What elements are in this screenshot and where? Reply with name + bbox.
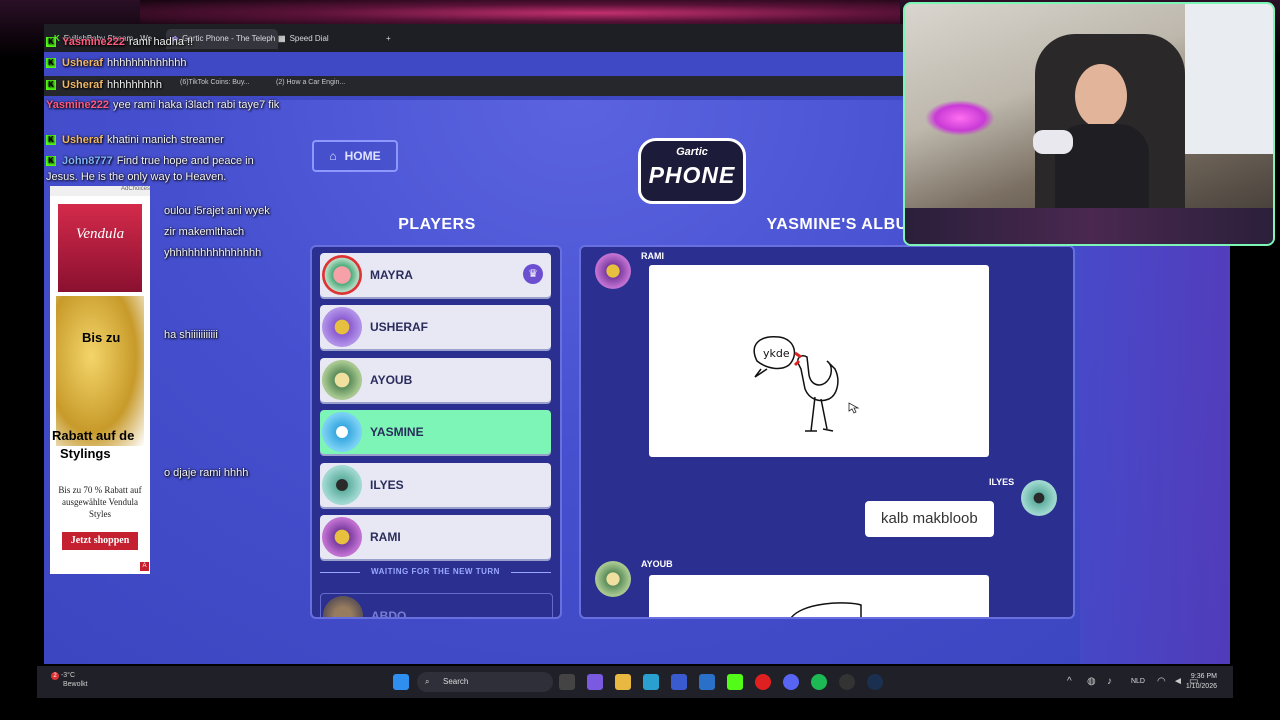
drawing-canvas: ykde [753,336,860,432]
search-icon: ⌕ [425,677,430,686]
album-author: ILYES [989,477,1015,487]
ad-overlay-text: Bis zu [82,330,121,345]
windows-start-icon[interactable] [393,674,409,690]
notification-badge: 2 [51,672,59,680]
outlook-icon[interactable] [699,674,715,690]
chat-message: yhhhhhhhhhhhhhhh [164,247,262,259]
chat-message: K John8777 Find true hope and peace in Jes… [46,155,254,183]
ad-overlay-text: Rabatt auf de [52,428,135,443]
creature-legs-stroke [805,396,834,432]
logo-main-text: PHONE [648,162,736,188]
obs-icon[interactable] [839,674,855,690]
volume-icon[interactable]: ◄ [1173,676,1183,687]
avatar [322,307,362,347]
ad-image [58,204,142,292]
ad-shop-button[interactable]: Jetzt shoppen [62,532,138,550]
album-drawing-rami: ykde [649,265,989,457]
waiting-label: WAITING FOR THE NEW TURN [320,567,551,576]
cam-window-background [1185,4,1273,154]
player-waiting: ABDO [320,593,553,617]
player-ilyes[interactable]: ILYES [320,463,551,507]
avatar [322,412,362,452]
home-button[interactable]: ⌂ HOME [312,140,398,172]
discord-icon[interactable] [783,674,799,690]
player-mayra[interactable]: MAYRA ♛ [320,253,551,297]
stream-top-glow [140,0,900,26]
neon-lips-light [925,100,995,136]
microphone-icon[interactable]: ♪ [1107,676,1112,687]
player-ayoub[interactable]: AYOUB [320,358,551,402]
avatar-ilyes [1021,480,1057,516]
avatar-ayoub [595,561,631,597]
chat-message: ha shiiiiiiiiiii [164,329,218,341]
chat-message: K Yasmine222 rami hadha !! [46,34,286,50]
album-guess: kalb makbloob [865,501,994,537]
ad-gold-shape [56,296,144,446]
windows-taskbar: 2 -3°C Bewolkt ⌕ Search ^ ◍ ♪ NLD ◠ ◄ ▭ … [37,666,1233,698]
chat-message: Yasmine222 yee rami haka i3lach rabi taye… [46,99,280,111]
album-scrollbar[interactable] [1074,607,1075,619]
gartic-phone-logo: Gartic PHONE [638,138,746,204]
edge-icon[interactable] [643,674,659,690]
logo-top-text: Gartic [676,146,708,158]
opera-icon[interactable] [755,674,771,690]
ad-badge-icon: A [140,562,149,571]
album-author: AYOUB [641,559,673,569]
album-panel: RAMI ykde ILYES kalb makbloob AYOUB [579,245,1075,619]
ad-brand-logo: Vendula [75,226,125,242]
new-tab-button[interactable]: + [380,29,397,49]
avatar [322,517,362,557]
home-icon: ⌂ [329,149,337,163]
cam-microphone [1033,130,1073,154]
crown-icon: ♛ [523,264,543,284]
chat-message: oulou i5rajet ani wyek [164,205,270,217]
chat-message: K Usheraf hhhhhhhhhhhhh [46,55,286,71]
avatar [322,255,362,295]
file-explorer-icon[interactable] [615,674,631,690]
cursor-icon [848,402,860,414]
clock[interactable]: 9:36 PM 1/10/2026 [1186,672,1217,692]
cam-bottom-bar [905,208,1273,244]
album-author: RAMI [641,251,664,261]
player-usheraf[interactable]: USHERAF [320,305,551,349]
kick-app-icon[interactable] [727,674,743,690]
cam-streamer [1055,58,1149,224]
avatar-rami [595,253,631,289]
avatar [322,360,362,400]
players-panel: MAYRA ♛ USHERAF AYOUB YASMINE ILYES RAMI… [310,245,562,619]
ad-text: Bis zu 70 % Rabatt auf ausgewählte Vendu… [58,485,142,519]
language-indicator[interactable]: NLD [1131,678,1145,685]
steam-icon[interactable] [867,674,883,690]
chevron-up-icon[interactable]: ^ [1067,676,1072,687]
album-drawing-ayoub [649,575,989,617]
copilot-icon[interactable] [587,674,603,690]
chat-message: zir makemlthach [164,226,245,238]
store-icon[interactable] [671,674,687,690]
avatar [323,596,363,617]
chat-message: K Usheraf khatini manich streamer [46,132,286,148]
ad-banner[interactable]: AdChoices Vendula Bis zu 70 % Rabatt auf… [50,186,150,574]
wifi-icon[interactable]: ◠ [1157,676,1166,687]
player-rami[interactable]: RAMI [320,515,551,559]
weather-widget[interactable]: 2 -3°C Bewolkt [51,671,88,689]
taskbar-search[interactable]: ⌕ Search [417,672,553,692]
task-view-icon[interactable] [559,674,575,690]
players-title: PLAYERS [398,216,476,233]
ad-overlay-text: Stylings [60,446,111,461]
avatar [322,465,362,505]
ad-choices-label[interactable]: AdChoices [50,186,150,196]
chat-message: K Usheraf hhhhhhhhh [46,77,286,93]
drawing-canvas [791,602,862,617]
drawing-text: ykde [763,347,790,360]
webcam-overlay [903,2,1275,246]
chat-message: o djaje rami hhhh [164,467,249,479]
drawing-stroke [791,602,862,617]
spotify-icon[interactable] [811,674,827,690]
bookmark-car-engine[interactable]: (2) How a Car Engin... [276,79,345,86]
network-icon[interactable]: ◍ [1087,676,1096,687]
creature-body-stroke [796,354,839,402]
player-yasmine[interactable]: YASMINE [320,410,551,454]
